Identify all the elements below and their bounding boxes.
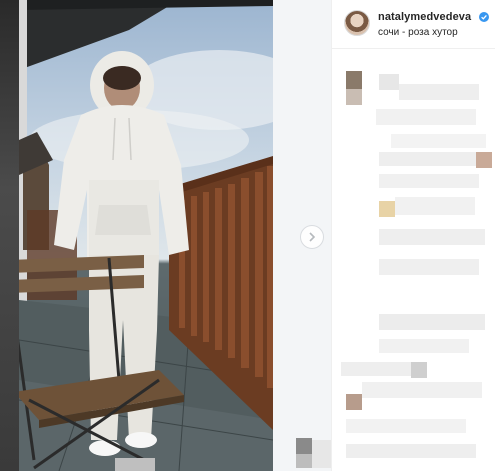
post-header: natalymedvedeva сочи - роза хутор [332,0,495,49]
comments-pixelated [331,49,495,471]
photo-illustration [19,0,273,471]
avatar[interactable] [344,10,370,36]
modal-backdrop [0,0,19,471]
post-photo[interactable] [19,0,273,471]
location-link[interactable]: сочи - роза хутор [378,27,458,38]
instagram-post-viewer: natalymedvedeva сочи - роза хутор [0,0,495,471]
verified-badge-icon [479,12,489,22]
username-link[interactable]: natalymedvedeva [378,11,471,23]
next-slide-button[interactable] [300,225,324,249]
chevron-right-icon [309,232,316,242]
